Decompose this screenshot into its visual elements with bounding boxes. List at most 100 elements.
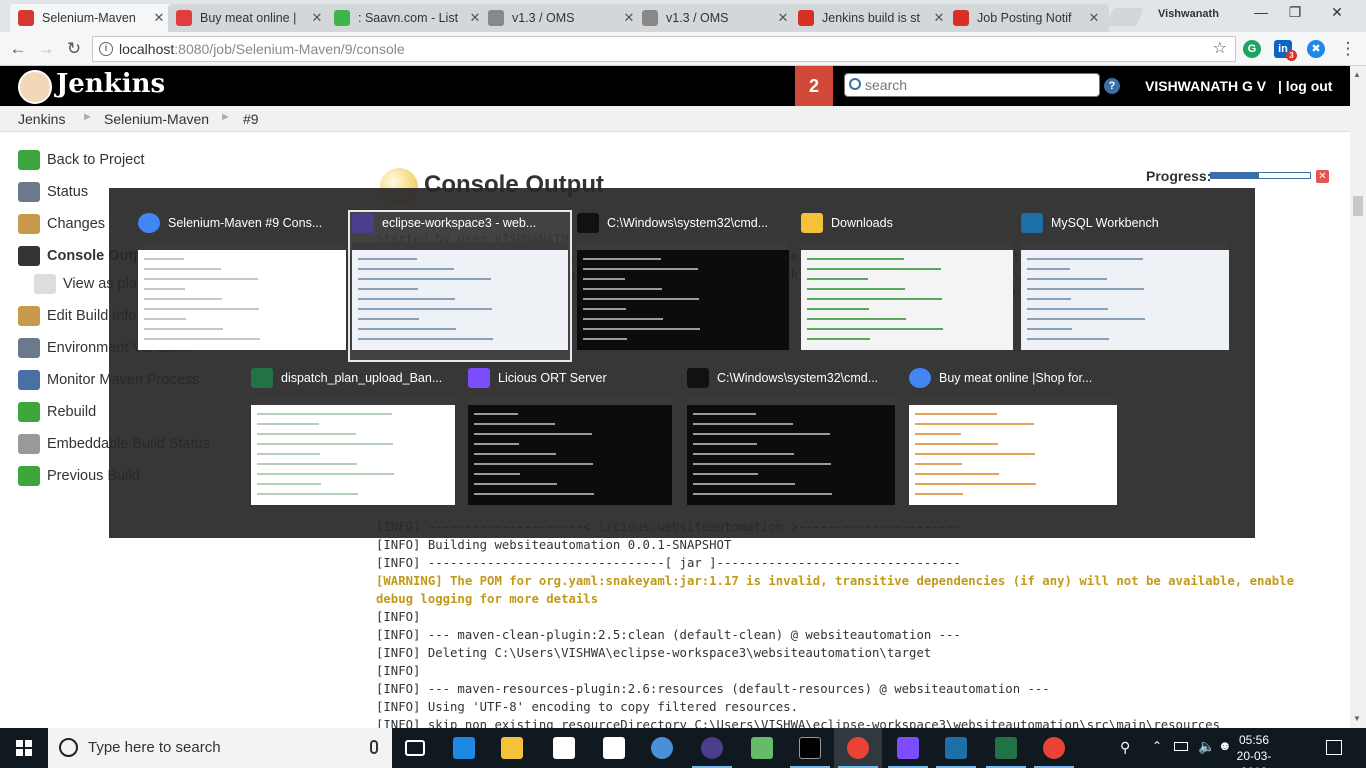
forward-button[interactable]: → bbox=[34, 37, 58, 61]
switcher-window[interactable]: Downloads bbox=[799, 212, 1015, 360]
grammarly-extension-icon[interactable]: G bbox=[1243, 40, 1261, 58]
taskbar-app-button[interactable] bbox=[540, 728, 588, 768]
back-button[interactable]: ← bbox=[6, 37, 30, 61]
sidebar-item-label: Changes bbox=[47, 216, 106, 232]
taskbar-app-button[interactable] bbox=[738, 728, 786, 768]
edge-icon bbox=[453, 737, 475, 759]
window-thumbnail bbox=[687, 397, 895, 505]
minimize-button[interactable]: — bbox=[1246, 4, 1276, 24]
taskbar-app-button[interactable] bbox=[1030, 728, 1078, 768]
logout-link[interactable]: | log out bbox=[1278, 78, 1332, 94]
thumbnail-content-line bbox=[358, 258, 417, 260]
vertical-scrollbar[interactable]: ▲ ▼ bbox=[1350, 66, 1366, 728]
scroll-up-arrow-icon[interactable]: ▲ bbox=[1353, 70, 1361, 79]
maximize-button[interactable]: ❐ bbox=[1280, 4, 1310, 24]
menu-icon[interactable]: ⋮ bbox=[1336, 37, 1360, 61]
taskbar-app-button[interactable] bbox=[786, 728, 834, 768]
switcher-window[interactable]: Licious ORT Server bbox=[466, 367, 674, 515]
help-icon[interactable]: ? bbox=[1104, 78, 1120, 94]
bookmark-star-icon[interactable]: ☆ bbox=[1213, 37, 1227, 61]
taskbar-app-button[interactable] bbox=[884, 728, 932, 768]
shield-icon bbox=[18, 434, 40, 454]
build-queue-badge[interactable]: 2 bbox=[795, 66, 833, 106]
switcher-window[interactable]: C:\Windows\system32\cmd... bbox=[685, 367, 897, 515]
jenkins-logo-icon[interactable] bbox=[18, 70, 52, 104]
close-tab-icon[interactable]: ✕ bbox=[932, 10, 946, 26]
browser-tab[interactable]: v1.3 / OMS ✕ bbox=[634, 4, 798, 32]
thumbnail-content-line bbox=[583, 308, 626, 310]
switcher-window[interactable]: Buy meat online |Shop for... bbox=[907, 367, 1119, 515]
abort-build-icon[interactable]: ✕ bbox=[1316, 170, 1329, 183]
doc-icon bbox=[488, 10, 504, 26]
android-icon bbox=[751, 737, 773, 759]
thumbnail-content-line bbox=[474, 413, 518, 415]
thumbnail-content-line bbox=[915, 433, 961, 435]
terminal-icon bbox=[18, 246, 40, 266]
close-window-button[interactable]: ✕ bbox=[1322, 4, 1352, 24]
window-thumbnail bbox=[577, 242, 789, 350]
volume-icon[interactable]: 🔈 bbox=[1198, 738, 1215, 755]
browser-tab[interactable]: Buy meat online | ✕ bbox=[168, 4, 332, 32]
taskbar-app-button[interactable] bbox=[834, 728, 882, 768]
thumbnail-content-line bbox=[144, 258, 184, 260]
thumbnail-content-line bbox=[358, 328, 456, 330]
browser-tab[interactable]: Jenkins build is st ✕ bbox=[790, 4, 954, 32]
extension-icon[interactable]: ✖ bbox=[1307, 40, 1325, 58]
taskbar-app-button[interactable] bbox=[638, 728, 686, 768]
sidebar-item[interactable]: Rebuild bbox=[18, 401, 96, 423]
close-tab-icon[interactable]: ✕ bbox=[310, 10, 324, 26]
scroll-down-arrow-icon[interactable]: ▼ bbox=[1353, 714, 1361, 723]
action-center-icon[interactable] bbox=[1326, 740, 1342, 755]
user-name-link[interactable]: VISHWANATH G V bbox=[1145, 78, 1266, 94]
taskbar-app-button[interactable] bbox=[392, 728, 440, 768]
close-tab-icon[interactable]: ✕ bbox=[776, 10, 790, 26]
browser-tab[interactable]: v1.3 / OMS ✕ bbox=[480, 4, 644, 32]
sidebar-item[interactable]: Changes bbox=[18, 213, 105, 235]
jenkins-search-input[interactable]: search bbox=[844, 73, 1100, 97]
thumbnail-content-line bbox=[807, 298, 942, 300]
browser-tab[interactable]: Job Posting Notif ✕ bbox=[945, 4, 1109, 32]
browser-tab[interactable]: : Saavn.com - List ✕ bbox=[326, 4, 490, 32]
sidebar-item[interactable]: Back to Project bbox=[18, 149, 145, 171]
thumbnail-content-line bbox=[807, 258, 904, 260]
switcher-window[interactable]: Selenium-Maven #9 Cons... bbox=[136, 212, 348, 360]
jenkins-title[interactable]: Jenkins bbox=[56, 69, 165, 99]
reload-button[interactable]: ↻ bbox=[62, 37, 86, 61]
show-hidden-icons-icon[interactable]: ⌃ bbox=[1152, 739, 1162, 753]
search-icon bbox=[18, 182, 40, 202]
people-icon[interactable]: ⚲ bbox=[1120, 739, 1130, 756]
thumbnail-content-line bbox=[144, 268, 221, 270]
close-tab-icon[interactable]: ✕ bbox=[152, 10, 166, 26]
microphone-icon[interactable] bbox=[370, 740, 378, 754]
breadcrumb-item-job[interactable]: Selenium-Maven bbox=[104, 111, 209, 127]
taskbar-app-button[interactable] bbox=[440, 728, 488, 768]
thumbnail-content-line bbox=[915, 493, 963, 495]
taskbar-app-button[interactable] bbox=[488, 728, 536, 768]
clock[interactable]: 05:56 20-03-2018 bbox=[1224, 732, 1284, 768]
breadcrumb-item-jenkins[interactable]: Jenkins bbox=[18, 111, 65, 127]
switcher-window[interactable]: C:\Windows\system32\cmd... bbox=[575, 212, 791, 360]
taskbar-app-button[interactable] bbox=[590, 728, 638, 768]
browser-tab[interactable]: Selenium-Maven ✕ bbox=[10, 4, 174, 32]
profile-name[interactable]: Vishwanath bbox=[1158, 8, 1219, 20]
thumbnail-content-line bbox=[807, 278, 868, 280]
switcher-window[interactable]: MySQL Workbench bbox=[1019, 212, 1231, 360]
breadcrumb-item-build[interactable]: #9 bbox=[243, 111, 259, 127]
window-thumbnail bbox=[352, 242, 568, 350]
thumbnail-content-line bbox=[1027, 328, 1072, 330]
scrollbar-thumb[interactable] bbox=[1353, 196, 1363, 216]
close-tab-icon[interactable]: ✕ bbox=[1087, 10, 1101, 26]
start-button[interactable] bbox=[0, 728, 48, 768]
console-line: [INFO] bbox=[376, 664, 421, 678]
address-bar[interactable]: i localhost:8080/job/Selenium-Maven/9/co… bbox=[92, 36, 1236, 62]
info-icon[interactable]: i bbox=[99, 42, 113, 56]
taskbar-app-button[interactable] bbox=[688, 728, 736, 768]
taskbar-app-button[interactable] bbox=[982, 728, 1030, 768]
switcher-window[interactable]: eclipse-workspace3 - web... bbox=[348, 210, 572, 362]
chrome-icon bbox=[847, 737, 869, 759]
taskbar-search-box[interactable]: Type here to search bbox=[48, 728, 392, 768]
switcher-window[interactable]: dispatch_plan_upload_Ban... bbox=[249, 367, 457, 515]
sidebar-item[interactable]: Status bbox=[18, 181, 88, 203]
taskbar-app-button[interactable] bbox=[932, 728, 980, 768]
battery-icon[interactable] bbox=[1174, 742, 1188, 751]
